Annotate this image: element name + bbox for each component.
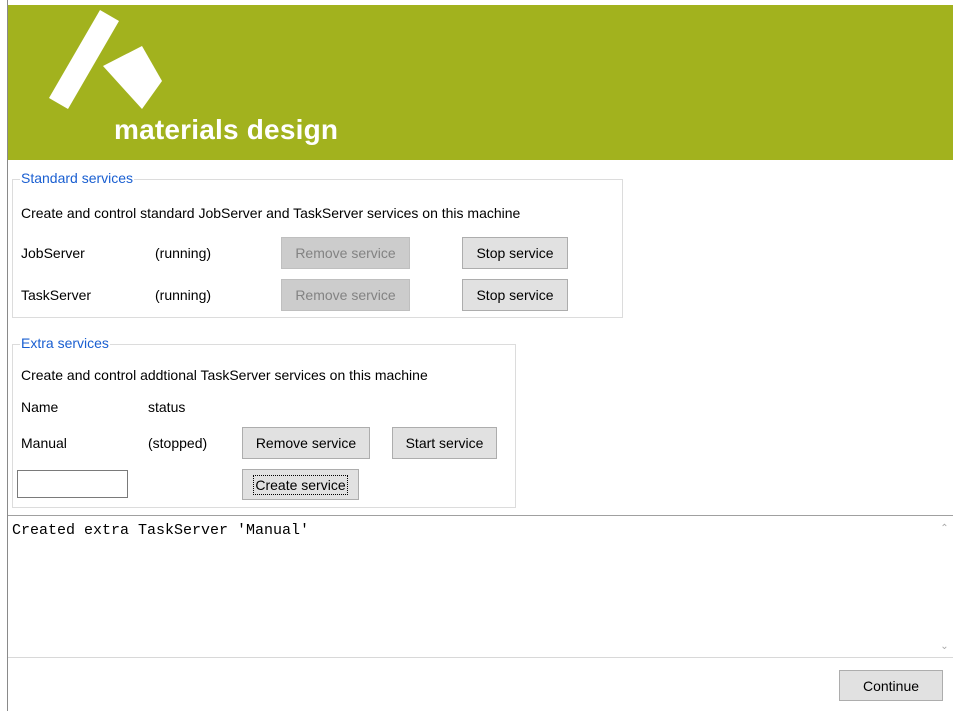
log-output[interactable]: Created extra TaskServer 'Manual' ⌃ ⌄ bbox=[8, 515, 953, 658]
button-label: Continue bbox=[862, 677, 920, 694]
manual-start-service-button[interactable]: Start service bbox=[392, 427, 497, 459]
button-label: Create service bbox=[253, 474, 348, 495]
button-label: Remove service bbox=[295, 245, 396, 261]
standard-services-description: Create and control standard JobServer an… bbox=[21, 205, 521, 221]
extra-services-legend: Extra services bbox=[20, 335, 110, 351]
create-service-button[interactable]: Create service bbox=[242, 469, 359, 500]
jobserver-remove-service-button[interactable]: Remove service bbox=[281, 237, 410, 269]
button-label: Start service bbox=[405, 435, 484, 451]
extra-services-description: Create and control addtional TaskServer … bbox=[21, 367, 428, 383]
brand-banner: materials design bbox=[8, 5, 953, 160]
jobserver-stop-service-button[interactable]: Stop service bbox=[462, 237, 568, 269]
taskserver-stop-service-button[interactable]: Stop service bbox=[462, 279, 568, 311]
manual-status: (stopped) bbox=[148, 435, 208, 451]
extra-header-name: Name bbox=[21, 399, 59, 415]
button-label: Remove service bbox=[295, 287, 396, 303]
brand-name: materials design bbox=[114, 114, 339, 145]
jobserver-status: (running) bbox=[155, 245, 212, 261]
log-scrollbar[interactable]: ⌃ ⌄ bbox=[936, 516, 953, 657]
new-service-name-input[interactable] bbox=[17, 470, 128, 498]
taskserver-name: TaskServer bbox=[21, 287, 92, 303]
button-label: Stop service bbox=[476, 287, 554, 303]
standard-services-legend: Standard services bbox=[20, 170, 135, 186]
manual-remove-service-button[interactable]: Remove service bbox=[242, 427, 370, 459]
scroll-down-icon[interactable]: ⌄ bbox=[940, 642, 949, 652]
button-label: Remove service bbox=[255, 435, 357, 451]
scroll-up-icon[interactable]: ⌃ bbox=[940, 524, 949, 534]
manual-name: Manual bbox=[21, 435, 67, 451]
continue-button[interactable]: Continue bbox=[839, 670, 943, 701]
taskserver-status: (running) bbox=[155, 287, 212, 303]
button-label: Stop service bbox=[476, 245, 554, 261]
jobserver-name: JobServer bbox=[21, 245, 85, 261]
log-text: Created extra TaskServer 'Manual' bbox=[12, 522, 310, 539]
extra-header-status: status bbox=[148, 399, 186, 415]
taskserver-remove-service-button[interactable]: Remove service bbox=[281, 279, 410, 311]
